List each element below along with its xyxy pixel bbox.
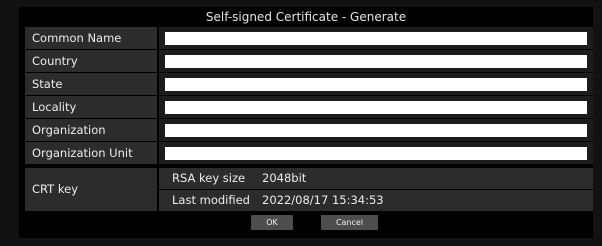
common-name-cell	[159, 27, 593, 49]
state-input[interactable]	[165, 78, 587, 91]
organization-unit-cell	[159, 142, 593, 164]
common-name-input[interactable]	[165, 32, 587, 45]
rsa-key-size-label: RSA key size	[172, 171, 246, 185]
last-modified-value: 2022/08/17 15:34:53	[262, 193, 384, 207]
dialog-title: Self-signed Certificate - Generate	[205, 10, 407, 24]
crt-key-label: CRT key	[25, 168, 157, 211]
field-row-state: State	[25, 73, 593, 95]
country-cell	[159, 50, 593, 72]
rsa-key-size-row: RSA key size 2048bit	[159, 168, 593, 189]
rsa-key-size-value: 2048bit	[262, 171, 307, 185]
field-row-locality: Locality	[25, 96, 593, 118]
organization-unit-input[interactable]	[165, 147, 587, 160]
country-input[interactable]	[165, 55, 587, 68]
state-cell	[159, 73, 593, 95]
last-modified-label: Last modified	[172, 193, 250, 207]
common-name-label: Common Name	[25, 27, 157, 49]
state-label: State	[25, 73, 157, 95]
country-label: Country	[25, 50, 157, 72]
locality-label: Locality	[25, 96, 157, 118]
organization-label: Organization	[25, 119, 157, 141]
cancel-button[interactable]: Cancel	[321, 215, 378, 230]
organization-unit-label: Organization Unit	[25, 142, 157, 164]
ok-button[interactable]: OK	[251, 215, 293, 230]
locality-cell	[159, 96, 593, 118]
last-modified-row: Last modified 2022/08/17 15:34:53	[159, 190, 593, 211]
field-row-common-name: Common Name	[25, 27, 593, 49]
organization-input[interactable]	[165, 124, 587, 137]
field-row-country: Country	[25, 50, 593, 72]
organization-cell	[159, 119, 593, 141]
field-row-organization-unit: Organization Unit	[25, 142, 593, 164]
certificate-dialog: Self-signed Certificate - Generate Commo…	[19, 7, 593, 238]
locality-input[interactable]	[165, 101, 587, 114]
field-row-organization: Organization	[25, 119, 593, 141]
